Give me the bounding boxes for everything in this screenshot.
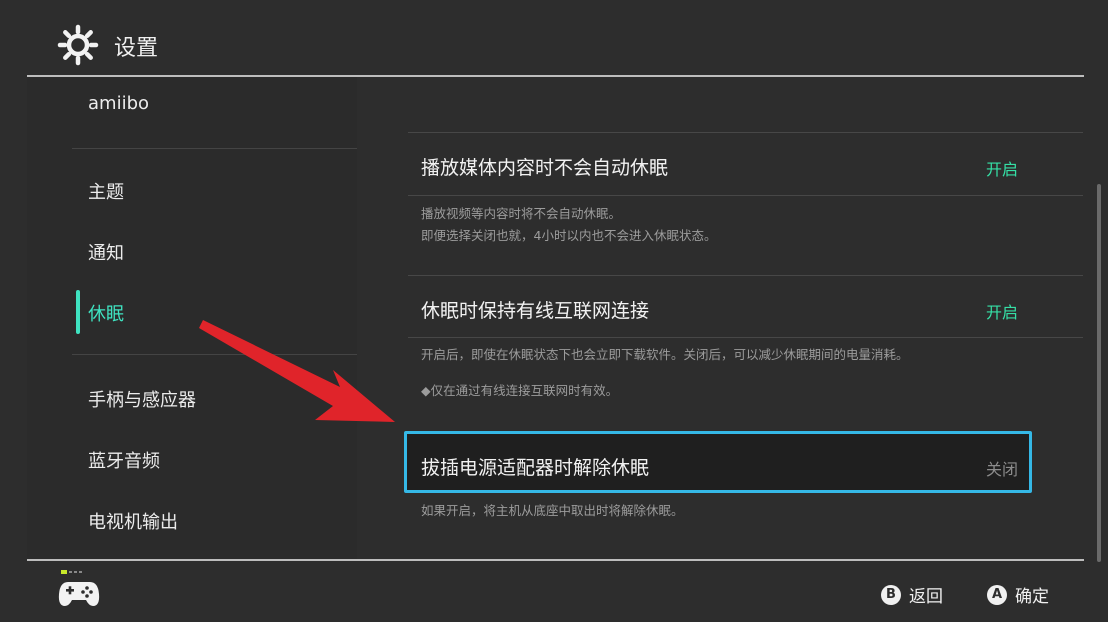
confirm-label: 确定: [1015, 587, 1049, 607]
row-divider: [408, 275, 1083, 276]
sidebar-item-tv-output[interactable]: 电视机输出: [88, 508, 178, 534]
sidebar-item-theme[interactable]: 主题: [88, 178, 124, 204]
row-divider: [408, 132, 1083, 133]
setting-value: 关闭: [985, 460, 1018, 479]
setting-value: 开启: [985, 303, 1018, 322]
setting-title: 拔插电源适配器时解除休眠: [421, 457, 650, 479]
sidebar-item-notifications[interactable]: 通知: [88, 239, 124, 265]
setting-description: 开启后，即使在休眠状态下也会立即下载软件。关闭后，可以减少休眠期间的电量消耗。 …: [421, 344, 909, 402]
desc-line: 如果开启，将主机从底座中取出时将解除休眠。: [421, 503, 684, 518]
sidebar-divider: [72, 148, 357, 149]
setting-value: 开启: [985, 160, 1018, 179]
row-divider: [408, 195, 1083, 196]
confirm-button[interactable]: A 确定: [987, 582, 1049, 607]
back-button[interactable]: B 返回: [881, 582, 943, 607]
row-divider: [408, 337, 1083, 338]
gear-icon: [57, 24, 99, 66]
sidebar-item-controllers[interactable]: 手柄与感应器: [88, 386, 196, 412]
page-title: 设置: [114, 36, 159, 61]
sidebar-item-bluetooth-audio[interactable]: 蓝牙音频: [88, 447, 160, 473]
sidebar-item-sleep[interactable]: 休眠: [88, 300, 124, 326]
controller-icon: [58, 570, 100, 606]
a-button-icon: A: [987, 584, 1007, 605]
back-label: 返回: [909, 587, 943, 607]
desc-line: 开启后，即使在休眠状态下也会立即下载软件。关闭后，可以减少休眠期间的电量消耗。: [421, 347, 909, 362]
desc-line: ◆仅在通过有线连接互联网时有效。: [421, 383, 619, 398]
setting-description: 如果开启，将主机从底座中取出时将解除休眠。: [421, 500, 684, 522]
setting-title: 休眠时保持有线互联网连接: [421, 300, 650, 322]
setting-description: 播放视频等内容时将不会自动休眠。 即便选择关闭也就，4小时以内也不会进入休眠状态…: [421, 203, 716, 247]
setting-title: 播放媒体内容时不会自动休眠: [421, 157, 669, 179]
desc-line: 即便选择关闭也就，4小时以内也不会进入休眠状态。: [421, 228, 717, 243]
red-arrow-annotation: [199, 320, 395, 422]
active-indicator: [76, 290, 80, 334]
scrollbar[interactable]: [1097, 184, 1101, 562]
settings-panel: 播放媒体内容时不会自动休眠 开启 播放视频等内容时将不会自动休眠。 即便选择关闭…: [357, 77, 1101, 562]
sidebar-item-amiibo[interactable]: amiibo: [88, 93, 149, 114]
desc-line: 播放视频等内容时将不会自动休眠。: [421, 206, 622, 221]
b-button-icon: B: [881, 584, 901, 605]
header: 设置: [0, 0, 1108, 76]
